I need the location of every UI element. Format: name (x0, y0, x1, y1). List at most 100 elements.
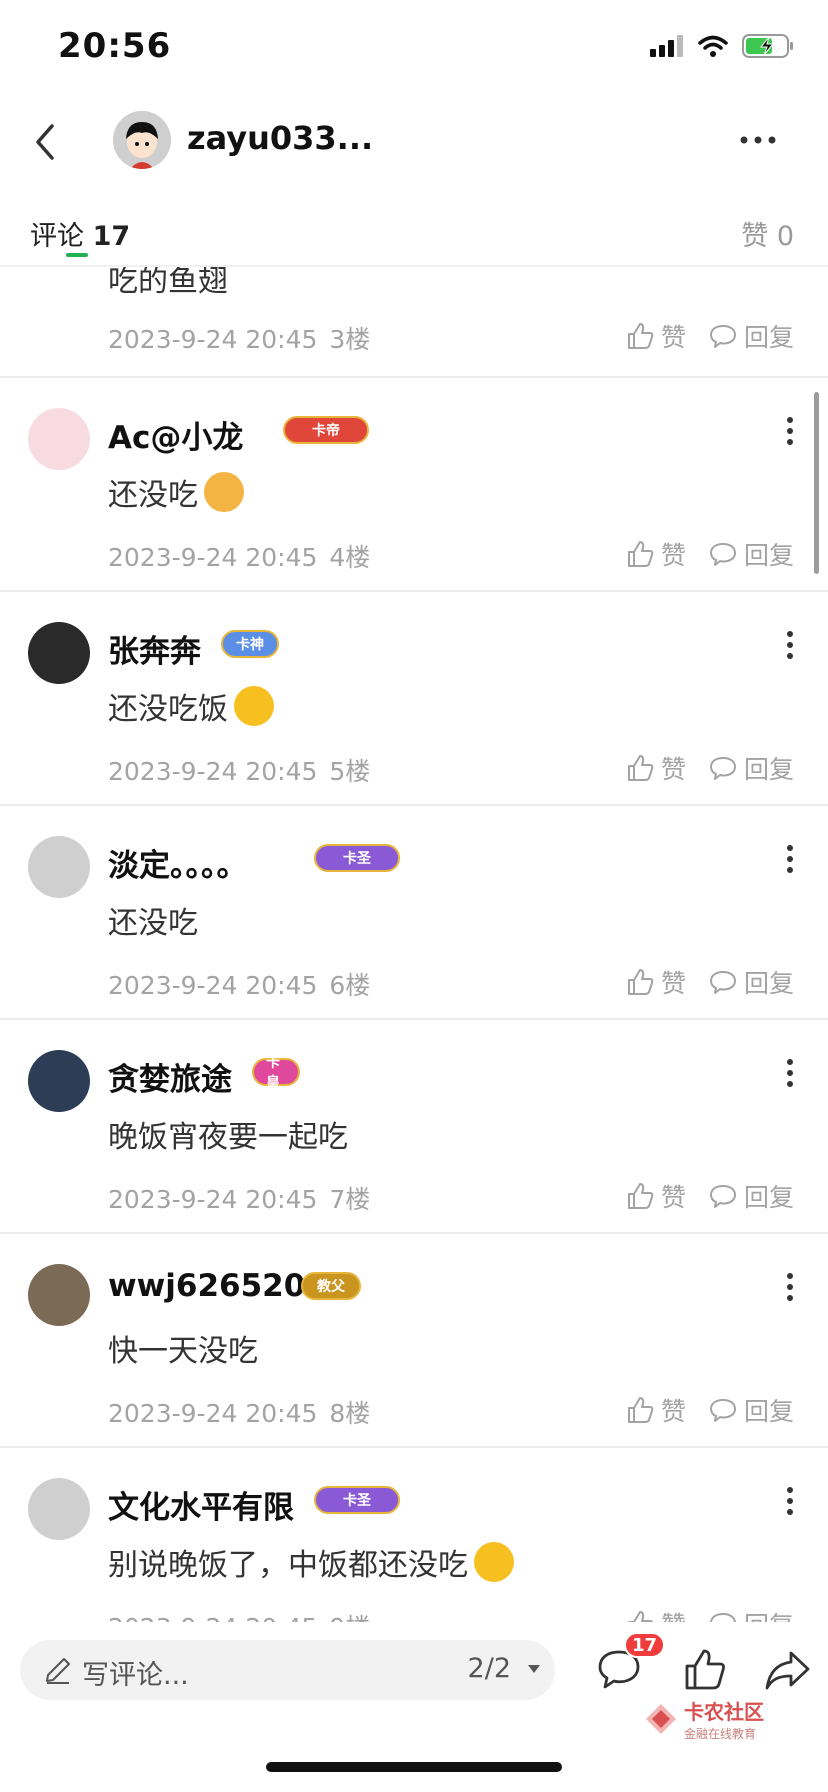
speech-bubble-icon (709, 1185, 736, 1208)
reply-button[interactable]: 回复 (708, 1392, 794, 1428)
tab-active-indicator (66, 253, 88, 257)
comment-floor: 4楼 (329, 543, 371, 572)
comment-text: 快一天没吃 (108, 1326, 258, 1370)
scrollbar[interactable] (814, 392, 819, 574)
thumbs-up-icon (627, 755, 654, 781)
page-title: zayu033... (187, 119, 374, 157)
comment-text-content: 还没吃 (108, 906, 198, 941)
level-badge: 卡圣 (314, 1486, 400, 1514)
speech-bubble-icon (709, 325, 736, 348)
comment-meta: 2023-9-24 20:45 8楼 (108, 1394, 370, 1430)
comment-floor: 8楼 (329, 1399, 371, 1428)
comment-list[interactable]: 吃的鱼翅 2023-9-24 20:45 3楼 赞 回复 Ac@小龙 卡帝 还没吃 20… (0, 267, 828, 1622)
crying-emoji-icon (234, 686, 274, 726)
comment-actions: 赞 回复 (625, 536, 794, 572)
like-label: 赞 (660, 1183, 686, 1212)
commenter-name[interactable]: 贪婪旅途 (108, 1054, 232, 1099)
commenter-name[interactable]: 文化水平有限 (108, 1482, 294, 1527)
comment-text-content: 晚饭宵夜要一起吃 (108, 1120, 348, 1155)
header-avatar[interactable] (113, 111, 171, 169)
comment-date: 2023-9-24 20:45 (108, 325, 318, 354)
comment-item: 贪婪旅途 卡皇 晚饭宵夜要一起吃 2023-9-24 20:45 7楼 赞 回复 (0, 1020, 828, 1234)
thumbs-up-icon (627, 1183, 654, 1209)
like-button[interactable]: 赞 (625, 1606, 686, 1622)
reply-button[interactable]: 回复 (708, 750, 794, 786)
comment-date: 2023-9-24 20:45 (108, 1613, 317, 1622)
comment-menu-icon[interactable] (786, 1058, 794, 1088)
tab-likes[interactable]: 赞 0 (741, 214, 794, 253)
watermark: 卡农社区 金融在线教育 (644, 1696, 764, 1742)
commenter-name[interactable]: 张奔奔 (108, 626, 201, 671)
speech-bubble-icon (710, 1613, 736, 1622)
reply-label: 回复 (743, 323, 794, 352)
like-button[interactable]: 赞 (625, 964, 686, 1000)
comment-actions: 赞 回复 (625, 750, 794, 786)
like-post-icon[interactable] (682, 1646, 728, 1692)
comment-date: 2023-9-24 20:45 (108, 757, 318, 786)
like-button[interactable]: 赞 (625, 1392, 686, 1428)
share-icon[interactable] (764, 1648, 812, 1692)
commenter-avatar[interactable] (28, 408, 90, 470)
level-badge: 卡皇 (252, 1055, 300, 1091)
commenter-avatar[interactable] (28, 1478, 90, 1540)
commenter-name[interactable]: Ac@小龙 (108, 412, 243, 457)
reply-button[interactable]: 回复 (708, 1178, 794, 1214)
comment-actions: 赞 回复 (625, 1606, 794, 1622)
speech-bubble-icon (709, 543, 736, 566)
watermark-title: 卡农社区 (684, 1700, 764, 1724)
comment-floor: 5楼 (329, 757, 371, 786)
comment-menu-icon[interactable] (786, 630, 794, 660)
more-options-icon[interactable] (738, 128, 778, 152)
comment-input[interactable]: 写评论... 2/2 (20, 1640, 555, 1700)
cartoon-avatar-icon (113, 111, 171, 169)
page-indicator[interactable]: 2/2 (468, 1653, 511, 1684)
thumbs-up-icon (627, 1397, 654, 1423)
commenter-avatar[interactable] (28, 1050, 90, 1112)
comment-menu-icon[interactable] (786, 1272, 794, 1302)
comment-menu-icon[interactable] (786, 1486, 794, 1516)
status-icons (650, 34, 794, 58)
tab-comments[interactable]: 评论 17 (30, 214, 130, 253)
reply-label: 回复 (744, 1606, 794, 1622)
comment-count-badge: 17 (624, 1632, 666, 1658)
comment-text: 别说晚饭了，中饭都还没吃 (108, 1540, 514, 1584)
reply-button[interactable]: 回复 (708, 964, 794, 1000)
status-time: 20:56 (58, 26, 172, 66)
comment-text: 还没吃 (108, 898, 198, 942)
comment-actions: 赞 回复 (625, 1392, 794, 1428)
comment-item: wwj626520 教父快一天没吃 2023-9-24 20:45 8楼 赞 回复 (0, 1234, 828, 1448)
commenter-name[interactable]: 淡定。。。。 (108, 840, 248, 885)
back-button[interactable] (28, 118, 64, 166)
comment-date: 2023-9-24 20:45 (108, 543, 318, 572)
commenter-name[interactable]: wwj626520 (108, 1268, 305, 1304)
comment-text-content: 快一天没吃 (108, 1334, 258, 1369)
comment-menu-icon[interactable] (786, 416, 794, 446)
tab-comments-label: 评论 (30, 221, 84, 252)
like-button[interactable]: 赞 (625, 750, 686, 786)
reply-button[interactable]: 回复 (708, 536, 794, 572)
comment-item: Ac@小龙 卡帝 还没吃 2023-9-24 20:45 4楼 赞 回复 (0, 378, 828, 592)
reply-button[interactable]: 回复 (708, 318, 794, 354)
like-button[interactable]: 赞 (625, 318, 686, 354)
commenter-avatar[interactable] (28, 1264, 90, 1326)
reply-button[interactable]: 回复 (708, 1606, 794, 1622)
reply-label: 回复 (743, 1397, 794, 1426)
comment-actions: 赞 回复 (625, 1178, 794, 1214)
comment-menu-icon[interactable] (786, 844, 794, 874)
commenter-avatar[interactable] (28, 622, 90, 684)
commenter-avatar[interactable] (28, 836, 90, 898)
speech-bubble-icon (709, 971, 736, 994)
like-button[interactable]: 赞 (625, 536, 686, 572)
caret-down-icon[interactable] (527, 1662, 541, 1676)
comment-meta: 2023-9-24 20:45 3楼 (108, 320, 370, 356)
home-indicator[interactable] (266, 1762, 562, 1772)
comment-text: 吃的鱼翅 (108, 267, 228, 299)
comment-floor: 3楼 (329, 325, 371, 354)
watermark-subtitle: 金融在线教育 (684, 1727, 757, 1741)
level-badge: 教父 (300, 1272, 361, 1300)
like-label: 赞 (660, 969, 686, 998)
comment-date: 2023-9-24 20:45 (108, 1399, 318, 1428)
tab-comments-count: 17 (92, 221, 131, 252)
comment-floor: 7楼 (329, 1185, 371, 1214)
like-button[interactable]: 赞 (625, 1178, 686, 1214)
